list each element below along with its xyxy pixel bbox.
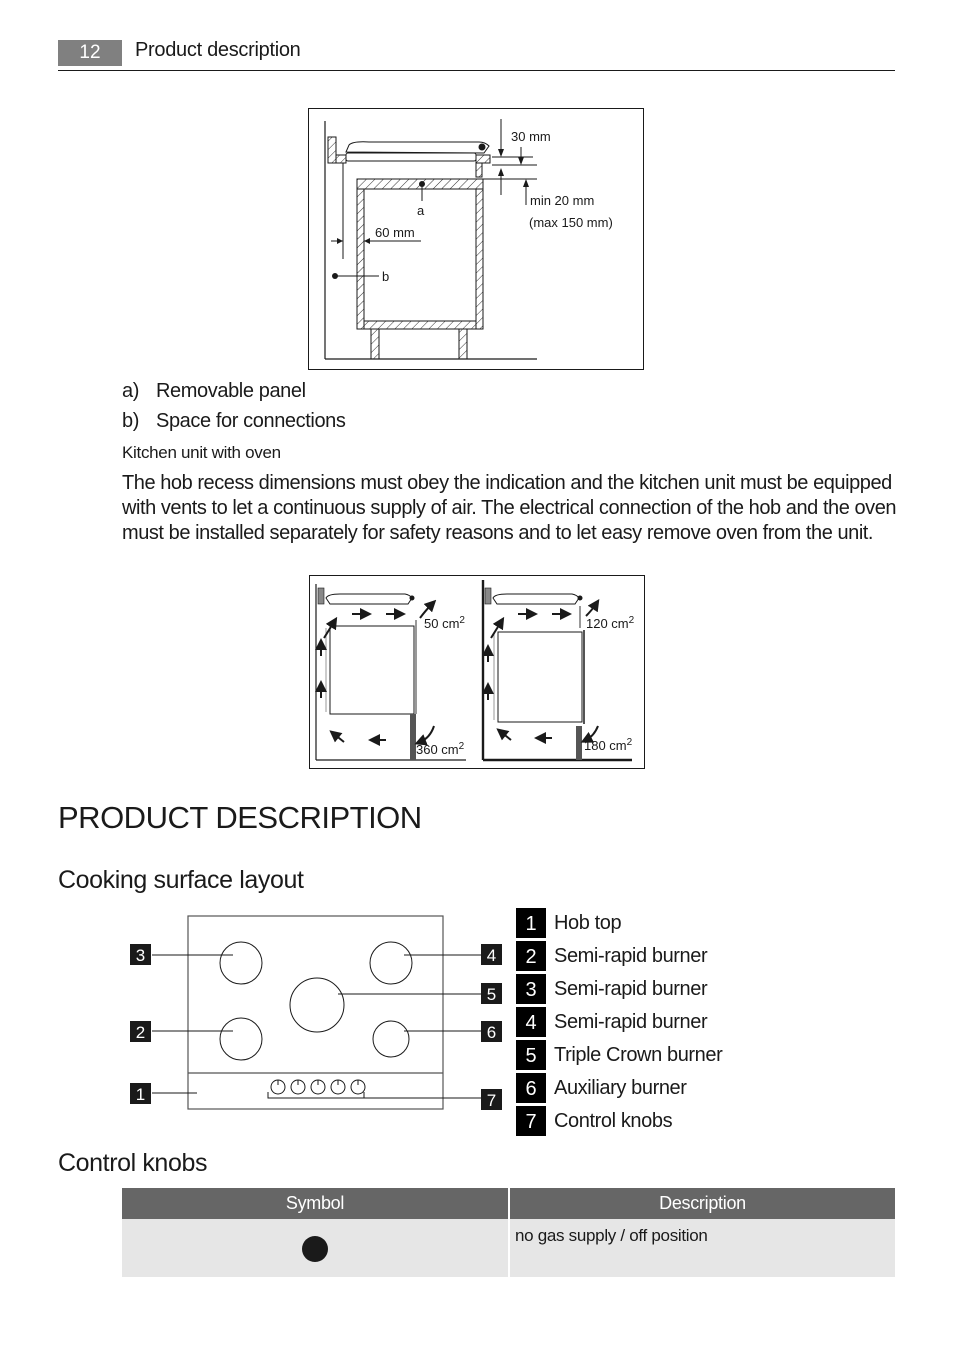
ventilation-left-panel: 50 cm2 360 cm2 xyxy=(315,584,466,761)
figure-caption: Kitchen unit with oven xyxy=(122,443,281,462)
legend-label: Semi-rapid burner xyxy=(554,977,708,1000)
legend-row: 7 Control knobs xyxy=(516,1106,673,1136)
legend-label: Semi-rapid burner xyxy=(554,1010,708,1033)
worktop-left xyxy=(335,154,347,164)
legend-number: 3 xyxy=(516,974,546,1004)
table-row: no gas supply / off position xyxy=(122,1219,895,1277)
callout-2: 2 xyxy=(130,1021,151,1042)
left-bottom-vent-label: 360 cm2 xyxy=(416,741,465,757)
label-a: a xyxy=(417,203,425,218)
ventilation-diagram-svg: 50 cm2 360 cm2 120 cm2 180 cm2 xyxy=(315,580,635,762)
svg-text:6: 6 xyxy=(487,1023,496,1042)
svg-text:5: 5 xyxy=(487,985,496,1004)
legend-row: 6 Auxiliary burner xyxy=(516,1073,687,1103)
legend-label: Control knobs xyxy=(554,1109,673,1132)
backsplash xyxy=(327,136,337,164)
legend-row: 4 Semi-rapid burner xyxy=(516,1007,708,1037)
body-paragraph: The hob recess dimensions must obey the … xyxy=(122,472,897,544)
leg-right xyxy=(458,328,468,360)
callout-7: 7 xyxy=(481,1089,502,1110)
leg-left xyxy=(370,328,380,360)
dim-60mm: 60 mm xyxy=(375,225,415,240)
svg-text:7: 7 xyxy=(487,1091,496,1110)
callout-4: 4 xyxy=(481,944,502,965)
legend-number: 5 xyxy=(516,1040,546,1070)
cooking-surface-heading: Cooking surface layout xyxy=(58,866,304,894)
description-text: no gas supply / off position xyxy=(515,1226,708,1245)
legend-row: 1 Hob top xyxy=(516,908,622,938)
legend-number: 1 xyxy=(516,908,546,938)
main-title: PRODUCT DESCRIPTION xyxy=(58,800,422,835)
filled-circle-icon xyxy=(302,1236,328,1262)
cabinet-right-side xyxy=(475,188,484,330)
legend-label: Auxiliary burner xyxy=(554,1076,687,1099)
worktop-right xyxy=(475,154,491,164)
legend-row: 5 Triple Crown burner xyxy=(516,1040,723,1070)
legend-label: Hob top xyxy=(554,911,622,934)
header-rule xyxy=(58,70,895,71)
column-header-description: Description xyxy=(508,1188,895,1219)
dim-min-20mm: min 20 mm xyxy=(530,193,594,208)
legend-row: 3 Semi-rapid burner xyxy=(516,974,708,1004)
legend-number: 4 xyxy=(516,1007,546,1037)
hob-top-shape xyxy=(345,141,490,154)
legend-label: Triple Crown burner xyxy=(554,1043,723,1066)
callout-6: 6 xyxy=(481,1021,502,1042)
control-knobs-heading: Control knobs xyxy=(58,1149,208,1177)
cooking-surface-svg: 3 4 5 2 6 1 7 xyxy=(130,915,502,1110)
legend-row: 2 Semi-rapid burner xyxy=(516,941,708,971)
svg-text:1: 1 xyxy=(136,1085,145,1104)
ventilation-right-panel: 120 cm2 180 cm2 xyxy=(481,580,635,762)
dim-max-150mm: (max 150 mm) xyxy=(529,215,613,230)
installation-diagram-svg: 30 mm min 20 mm (max 150 mm) 60 mm a b xyxy=(324,119,613,360)
page-number: 12 xyxy=(58,40,122,66)
legend-key: b) xyxy=(122,410,139,432)
cabinet-bottom xyxy=(363,320,477,330)
running-header: Product description xyxy=(135,39,301,61)
ventilation-diagram: 50 cm2 360 cm2 120 cm2 180 cm2 xyxy=(309,575,645,769)
dim-30mm: 30 mm xyxy=(511,129,551,144)
legend-number: 2 xyxy=(516,941,546,971)
legend-text: Space for connections xyxy=(156,410,346,432)
legend-label: Semi-rapid burner xyxy=(554,944,708,967)
hob-knob xyxy=(478,143,486,151)
left-top-vent-label: 50 cm2 xyxy=(424,615,465,631)
hob-body xyxy=(345,152,477,162)
svg-text:4: 4 xyxy=(487,946,496,965)
legend-item-a: a) Removable panel xyxy=(122,380,306,403)
callout-3: 3 xyxy=(130,944,151,965)
callout-5: 5 xyxy=(481,983,502,1004)
svg-text:3: 3 xyxy=(136,946,145,965)
worktop-support xyxy=(475,162,483,178)
label-b: b xyxy=(382,269,389,284)
callout-1: 1 xyxy=(130,1083,151,1104)
svg-text:2: 2 xyxy=(136,1023,145,1042)
legend-number: 6 xyxy=(516,1073,546,1103)
legend-key: a) xyxy=(122,380,139,402)
legend-text: Removable panel xyxy=(156,380,306,402)
description-cell: no gas supply / off position xyxy=(508,1219,895,1277)
right-bottom-vent-label: 180 cm2 xyxy=(584,737,633,753)
right-top-vent-label: 120 cm2 xyxy=(586,615,635,631)
control-knobs-table: Symbol Description no gas supply / off p… xyxy=(122,1188,895,1277)
symbol-cell xyxy=(122,1219,508,1277)
cabinet-left-side xyxy=(356,188,365,330)
installation-diagram: 30 mm min 20 mm (max 150 mm) 60 mm a b xyxy=(308,108,644,370)
legend-item-b: b) Space for connections xyxy=(122,410,346,433)
legend-number: 7 xyxy=(516,1106,546,1136)
column-header-symbol: Symbol xyxy=(122,1188,508,1219)
cooking-surface-diagram: 3 4 5 2 6 1 7 xyxy=(120,905,520,1135)
